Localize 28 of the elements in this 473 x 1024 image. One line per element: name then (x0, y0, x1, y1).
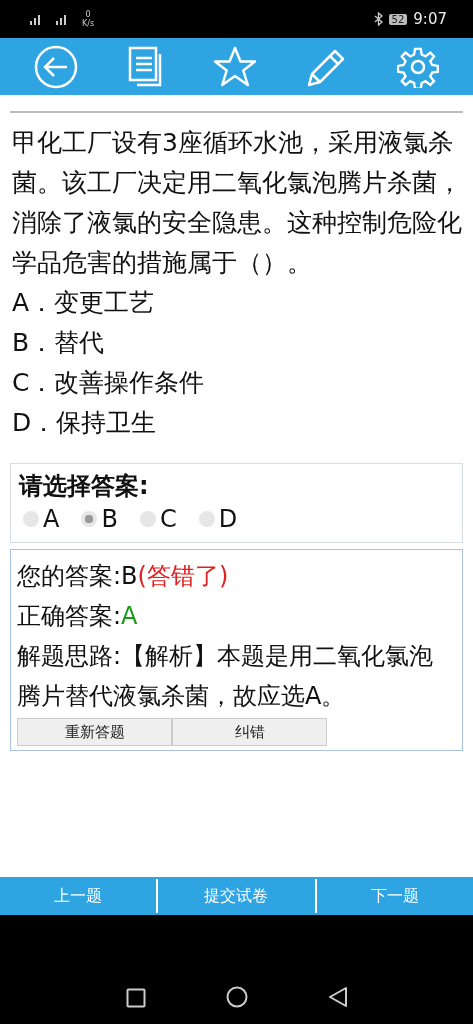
answer-radio[interactable]: D (198, 502, 238, 536)
speed-unit: K/s (82, 19, 95, 28)
action-button[interactable]: 重新答题 (17, 718, 172, 746)
question-text: 甲化工厂设有3座循环水池，采用液氯杀菌。该工厂决定用二氧化氯泡腾片杀菌，消除了液氯的安全隐患。这种控制危险化学品危害的措施属于（）。 (12, 127, 463, 279)
clock: 9:07 (413, 10, 447, 28)
your-answer: B (121, 562, 138, 590)
back-icon[interactable] (327, 986, 348, 1008)
answer-radio[interactable]: A (23, 502, 60, 536)
answer-radio[interactable]: C (139, 502, 177, 536)
star-icon[interactable] (213, 45, 258, 88)
settings-icon[interactable] (396, 45, 439, 88)
correct-answer-label: 正确答案: (17, 602, 122, 630)
option-text: C．改善操作条件 (12, 367, 206, 399)
battery-level: 52 (388, 13, 408, 25)
bluetooth-icon (373, 12, 383, 26)
your-answer-label: 您的答案: (17, 562, 122, 590)
answer-radio[interactable]: B (81, 502, 118, 536)
action-button[interactable]: 纠错 (172, 718, 327, 746)
home-icon[interactable] (225, 986, 248, 1008)
explanation-text: 解题思路:【解析】本题是用二氧化氯泡腾片替代液氯杀菌，故应选A。 (17, 641, 435, 712)
option-text: D．保持卫生 (12, 407, 158, 439)
answer-prompt: 请选择答案: (19, 471, 150, 502)
network-speed: 0 (85, 10, 91, 19)
option-text: A．变更工艺 (12, 287, 156, 319)
wrong-verdict: (答错了) (137, 562, 229, 590)
correct-answer: A (121, 602, 138, 630)
recents-icon[interactable] (125, 988, 146, 1008)
option-text: B．替代 (12, 327, 106, 359)
